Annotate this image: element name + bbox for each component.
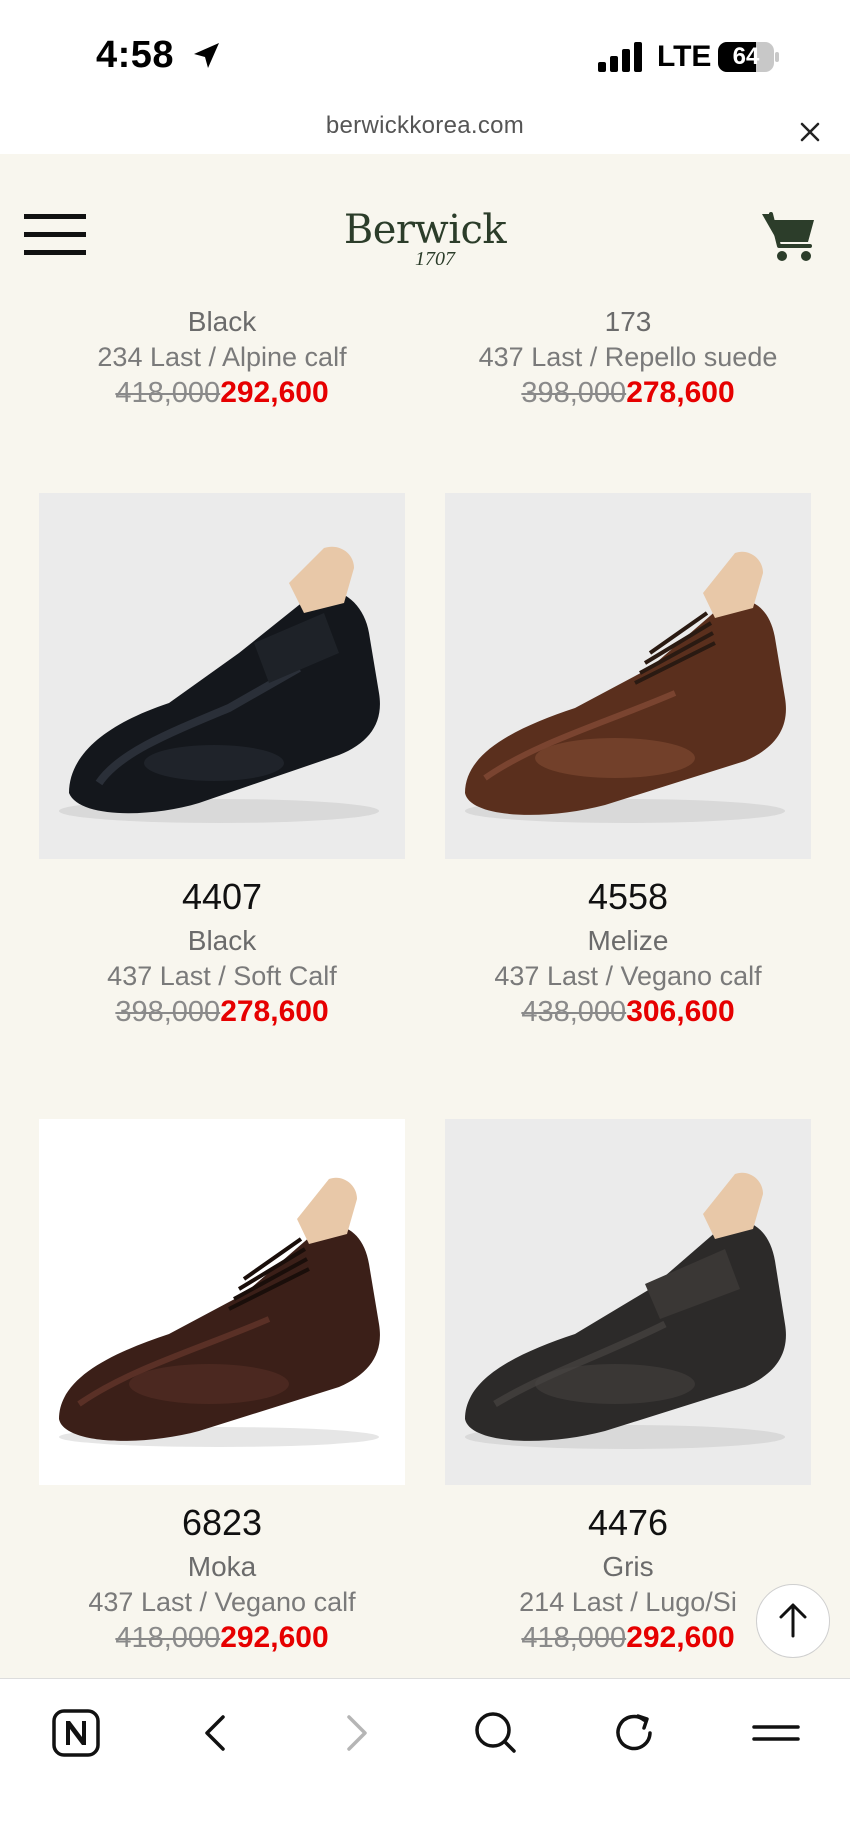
- sale-price: 292,600: [220, 376, 329, 409]
- product-last: 437 Last / Soft Calf: [107, 961, 337, 991]
- product-prices: 418,000292,600: [39, 1619, 405, 1657]
- product-code: 4476: [587, 1502, 669, 1543]
- sale-price: 306,600: [626, 995, 735, 1028]
- cart-icon[interactable]: [760, 210, 818, 264]
- product-prices: 398,000278,600: [445, 374, 811, 412]
- product-card[interactable]: 4476 Gris 214 Last / Lugo/Si 418,000292,…: [445, 1119, 811, 1657]
- original-price: 418,000: [521, 1622, 627, 1654]
- status-bar: 4:58 LTE 64: [0, 0, 850, 100]
- product-color: Moka: [187, 1551, 257, 1582]
- product-last: 234 Last / Alpine calf: [97, 342, 347, 372]
- original-price: 418,000: [115, 1622, 221, 1654]
- product-color: Black: [187, 306, 257, 337]
- product-color: Black: [187, 925, 257, 956]
- product-card[interactable]: 4558 Melize 437 Last / Vegano calf 438,0…: [445, 493, 811, 1031]
- sale-price: 292,600: [626, 1621, 735, 1654]
- page-content: Berwick 1707 Black 234 Last / Alpine cal…: [0, 154, 850, 1678]
- product-code: 4558: [587, 876, 669, 917]
- product-code: 6823: [181, 1502, 263, 1543]
- product-last: 437 Last / Repello suede: [478, 342, 778, 372]
- product-prices: 418,000292,600: [39, 374, 405, 412]
- battery-level: 64: [732, 43, 760, 70]
- original-price: 418,000: [115, 377, 221, 409]
- product-image[interactable]: [445, 1119, 811, 1485]
- location-arrow-icon: [194, 43, 219, 68]
- product-image[interactable]: [445, 493, 811, 859]
- product-color: 173: [604, 306, 652, 337]
- status-time: 4:58: [96, 34, 175, 76]
- close-icon[interactable]: [796, 118, 824, 146]
- product-last: 437 Last / Vegano calf: [494, 961, 762, 991]
- product-card[interactable]: 6823 Moka 437 Last / Vegano calf 418,000…: [39, 1119, 405, 1657]
- product-card-partial[interactable]: Black 234 Last / Alpine calf 418,000292,…: [39, 300, 405, 412]
- product-last: 437 Last / Vegano calf: [88, 1587, 356, 1617]
- product-prices: 438,000306,600: [445, 993, 811, 1031]
- original-price: 398,000: [521, 377, 627, 409]
- original-price: 438,000: [521, 996, 627, 1028]
- network-type: LTE: [657, 40, 712, 73]
- search-icon[interactable]: [466, 1703, 526, 1763]
- product-prices: 398,000278,600: [39, 993, 405, 1031]
- url-bar[interactable]: berwickkorea.com: [0, 100, 850, 154]
- product-card-partial[interactable]: 173 437 Last / Repello suede 398,000278,…: [445, 300, 811, 412]
- product-code: 4407: [181, 876, 263, 917]
- browser-toolbar: [0, 1678, 850, 1843]
- product-color: Gris: [602, 1551, 654, 1582]
- sale-price: 292,600: [220, 1621, 329, 1654]
- brand-year: 1707: [415, 248, 455, 270]
- product-image[interactable]: [39, 493, 405, 859]
- product-color: Melize: [587, 925, 669, 956]
- reload-icon[interactable]: [606, 1703, 666, 1763]
- scroll-top-button[interactable]: [756, 1584, 830, 1658]
- naver-icon[interactable]: [46, 1703, 106, 1763]
- brand-name: Berwick: [343, 207, 507, 253]
- original-price: 398,000: [115, 996, 221, 1028]
- signal-icon: [598, 42, 642, 72]
- menu-icon[interactable]: [746, 1703, 806, 1763]
- forward-icon[interactable]: [326, 1703, 386, 1763]
- product-image[interactable]: [39, 1119, 405, 1485]
- back-icon[interactable]: [186, 1703, 246, 1763]
- sale-price: 278,600: [220, 995, 329, 1028]
- arrow-up-icon: [779, 1603, 807, 1638]
- url-text: berwickkorea.com: [325, 112, 525, 139]
- brand-logo[interactable]: Berwick 1707: [0, 207, 850, 270]
- sale-price: 278,600: [626, 376, 735, 409]
- product-card[interactable]: 4407 Black 437 Last / Soft Calf 398,0002…: [39, 493, 405, 1031]
